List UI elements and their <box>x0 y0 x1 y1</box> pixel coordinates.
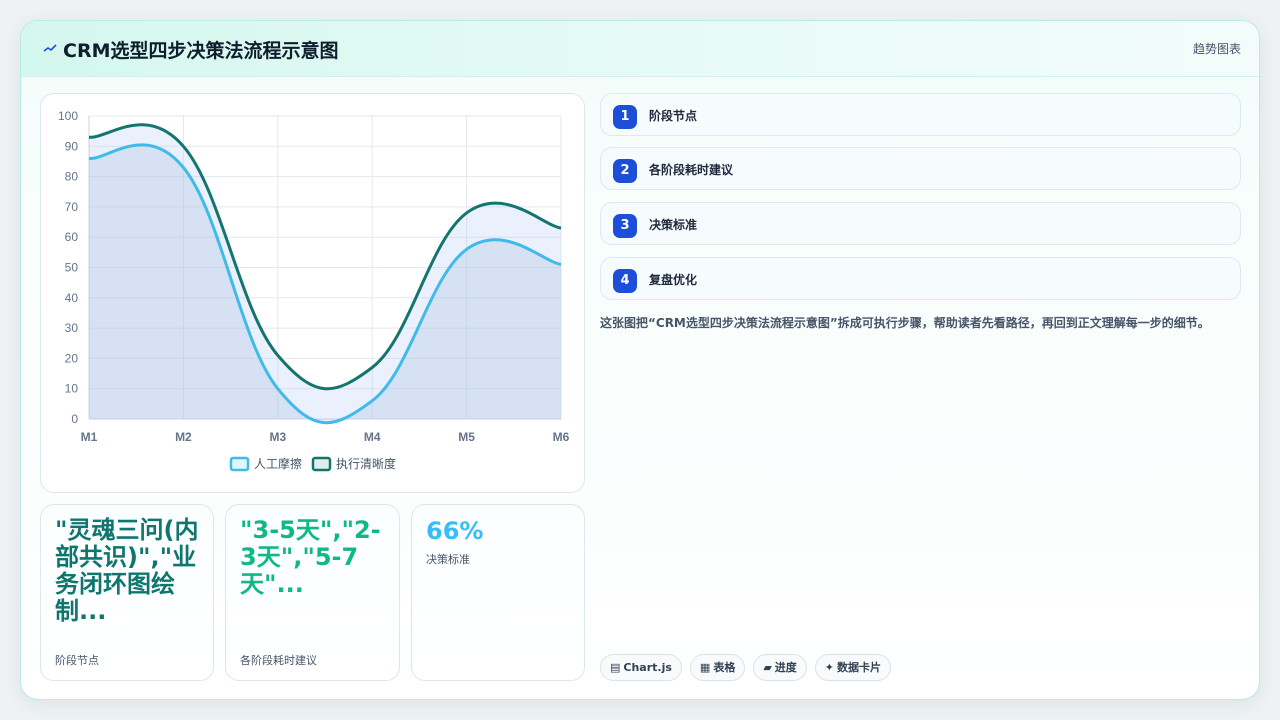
x-tick-label: M1 <box>81 430 98 444</box>
chart-panel: 0 10 20 30 40 50 60 70 80 90 100 M1 M2 M3 M4 M5 M6 人工摩擦 执行… <box>40 93 585 493</box>
kpi-label: 阶段节点 <box>55 654 99 667</box>
step-item-2[interactable]: 2 各阶段耗时建议 <box>600 147 1241 190</box>
kpi-card-decision: 66% 决策标准 <box>411 504 585 681</box>
step-item-1[interactable]: 1 阶段节点 <box>600 93 1241 136</box>
step-number: 4 <box>613 269 637 293</box>
legend-swatch <box>311 456 332 472</box>
chart-icon: ▤ <box>610 661 621 674</box>
y-tick-label: 0 <box>71 412 78 426</box>
kpi-label: 决策标准 <box>426 553 470 566</box>
chip-data-card[interactable]: ✦ 数据卡片 <box>814 654 892 681</box>
chip-label: 进度 <box>774 661 797 674</box>
chip-chartjs[interactable]: ▤ Chart.js <box>600 654 682 681</box>
chip-table[interactable]: ▦ 表格 <box>689 654 746 681</box>
x-tick-label: M2 <box>175 430 192 444</box>
step-label: 复盘优化 <box>649 273 698 287</box>
kpi-value: "3-5天","2-3天","5-7天"... <box>240 516 381 598</box>
step-number: 2 <box>613 159 637 183</box>
kpi-card-stage-nodes: "灵魂三问(内部共识)","业务闭环图绘制... 阶段节点 <box>40 504 214 681</box>
y-tick-label: 70 <box>65 200 79 214</box>
legend-label: 执行清晰度 <box>336 456 396 471</box>
step-item-4[interactable]: 4 复盘优化 <box>600 257 1241 300</box>
step-item-3[interactable]: 3 决策标准 <box>600 202 1241 245</box>
kpi-card-duration: "3-5天","2-3天","5-7天"... 各阶段耗时建议 <box>225 504 400 681</box>
chart-type-tag: 趋势图表 <box>1192 42 1241 56</box>
y-tick-label: 40 <box>65 291 79 305</box>
y-tick-label: 60 <box>65 230 79 244</box>
x-tick-label: M3 <box>269 430 286 444</box>
chip-label: 数据卡片 <box>837 661 882 674</box>
chip-label: 表格 <box>713 661 736 674</box>
kpi-value: "灵魂三问(内部共识)","业务闭环图绘制... <box>55 516 199 625</box>
y-tick-label: 50 <box>65 261 79 275</box>
x-tick-label: M5 <box>458 430 475 444</box>
x-tick-label: M6 <box>553 430 570 444</box>
feature-chips: ▤ Chart.js ▦ 表格 ▰ 进度 ✦ 数据卡片 <box>600 654 892 681</box>
y-tick-label: 80 <box>65 170 79 184</box>
table-icon: ▦ <box>699 661 711 674</box>
step-number: 3 <box>613 214 637 238</box>
x-tick-label: M4 <box>364 430 381 444</box>
trend-icon <box>43 44 57 52</box>
legend-label: 人工摩擦 <box>254 456 302 471</box>
series-area <box>89 144 561 423</box>
y-tick-label: 100 <box>58 109 78 123</box>
step-label: 阶段节点 <box>649 109 698 123</box>
chip-label: Chart.js <box>623 661 672 674</box>
y-tick-label: 30 <box>65 321 79 335</box>
step-label: 各阶段耗时建议 <box>649 163 734 177</box>
trend-chart: 0 10 20 30 40 50 60 70 80 90 100 M1 M2 M3 M4 M5 M6 人工摩擦 执行… <box>58 109 570 472</box>
kpi-label: 各阶段耗时建议 <box>240 654 317 667</box>
chip-progress[interactable]: ▰ 进度 <box>753 654 807 681</box>
y-tick-label: 90 <box>65 139 79 153</box>
header: CRM选型四步决策法流程示意图 趋势图表 <box>21 21 1259 77</box>
step-number: 1 <box>613 105 637 129</box>
sparkle-icon: ✦ <box>824 661 835 674</box>
step-label: 决策标准 <box>649 218 698 232</box>
kpi-value: 66% <box>426 517 484 545</box>
y-tick-label: 10 <box>65 382 79 396</box>
y-tick-label: 20 <box>65 351 79 365</box>
chart-description: 这张图把“CRM选型四步决策法流程示意图”拆成可执行步骤，帮助读者先看路径，再回… <box>600 316 1210 330</box>
main-card: CRM选型四步决策法流程示意图 趋势图表 0 10 20 30 40 50 60 70 80 90… <box>20 20 1260 700</box>
legend-swatch <box>229 456 250 472</box>
page-title: CRM选型四步决策法流程示意图 <box>63 40 339 62</box>
progress-icon: ▰ <box>763 661 772 674</box>
